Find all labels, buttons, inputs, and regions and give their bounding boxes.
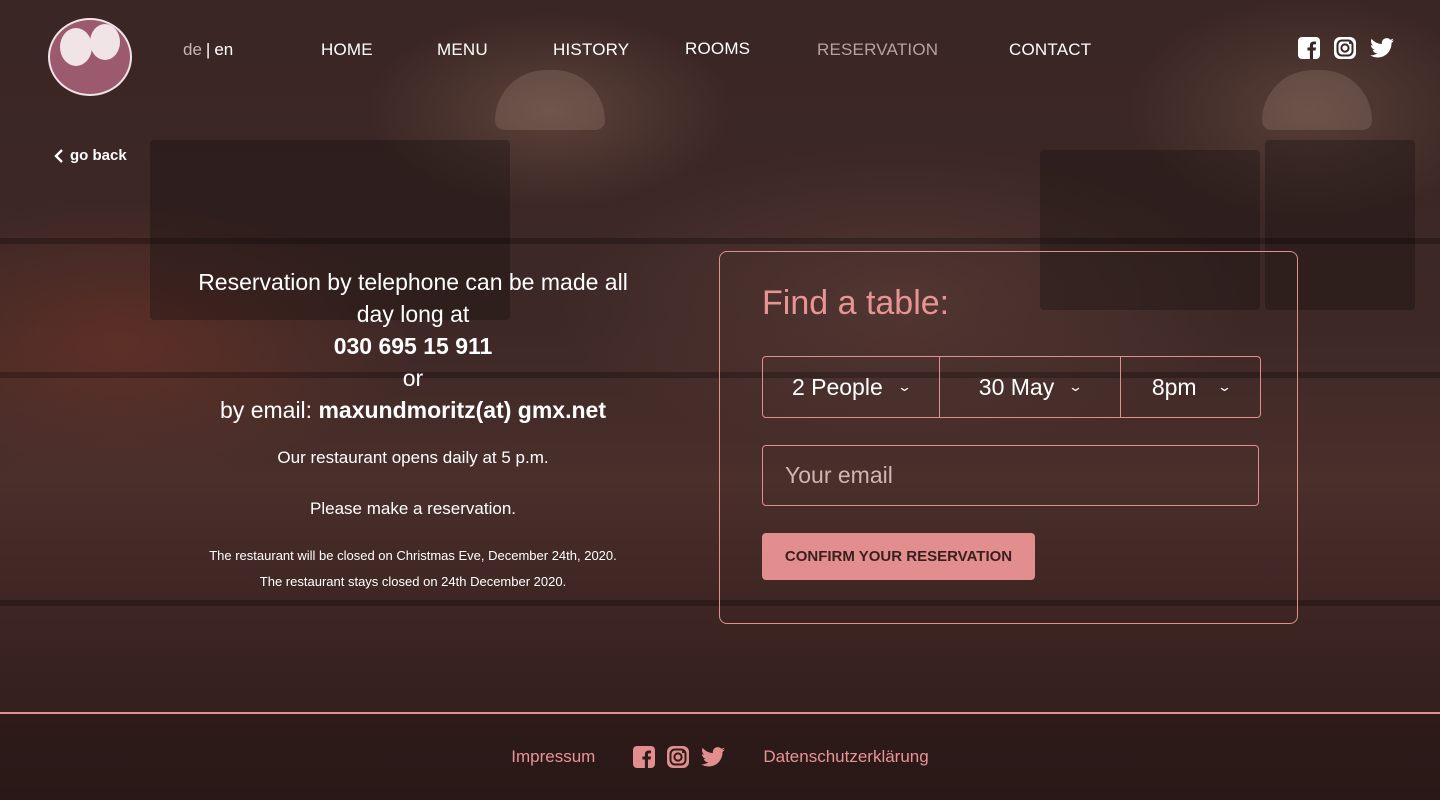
nav-menu[interactable]: MENU <box>437 40 488 60</box>
confirm-reservation-button[interactable]: CONFIRM YOUR RESERVATION <box>762 533 1035 580</box>
reservation-form: Find a table: 2 People ⌄ 30 May ⌄ 8pm ⌄ … <box>719 251 1298 624</box>
lang-en-link[interactable]: en <box>214 40 233 59</box>
nav-home[interactable]: HOME <box>321 40 373 60</box>
nav-contact[interactable]: CONTACT <box>1009 40 1091 60</box>
impressum-link[interactable]: Impressum <box>511 747 595 767</box>
closure-line-1: The restaurant will be closed on Christm… <box>209 548 617 563</box>
reservation-info: Reservation by telephone can be made all… <box>190 266 636 595</box>
booking-selects: 2 People ⌄ 30 May ⌄ 8pm ⌄ <box>762 356 1261 418</box>
language-switcher: de | en <box>183 40 233 60</box>
go-back-label: go back <box>70 147 127 164</box>
time-value: 8pm <box>1151 373 1197 400</box>
chevron-down-icon: ⌄ <box>1216 379 1232 394</box>
nav-rooms[interactable]: ROOMS <box>685 39 750 59</box>
go-back-link[interactable]: go back <box>54 147 127 164</box>
nav-reservation[interactable]: RESERVATION <box>817 40 938 60</box>
chevron-down-icon: ⌄ <box>896 379 912 394</box>
email-input[interactable] <box>762 445 1259 506</box>
logo[interactable] <box>48 18 132 96</box>
closure-line-2: The restaurant stays closed on 24th Dece… <box>259 574 567 589</box>
people-select[interactable]: 2 People ⌄ <box>763 357 939 417</box>
facebook-icon[interactable] <box>1298 37 1320 59</box>
chevron-down-icon: ⌄ <box>1068 379 1084 394</box>
time-select[interactable]: 8pm ⌄ <box>1120 357 1260 417</box>
phone-number[interactable]: 030 695 15 911 <box>190 330 636 362</box>
closure-notice: The restaurant will be closed on Christm… <box>190 543 636 595</box>
phone-intro: Reservation by telephone can be made all… <box>198 269 628 327</box>
twitter-icon[interactable] <box>1370 37 1394 59</box>
lang-separator: | <box>205 40 211 59</box>
datenschutz-link[interactable]: Datenschutzerklärung <box>763 747 928 767</box>
reservation-request: Please make a reservation. <box>310 499 516 518</box>
date-value: 30 May <box>978 373 1055 400</box>
form-title: Find a table: <box>762 284 950 322</box>
instagram-icon[interactable] <box>667 746 690 768</box>
header-social <box>1298 37 1394 59</box>
twitter-icon[interactable] <box>701 746 726 768</box>
footer-divider <box>0 712 1440 714</box>
nav-history[interactable]: HISTORY <box>553 40 629 60</box>
people-value: 2 People <box>791 373 883 400</box>
facebook-icon[interactable] <box>633 746 656 768</box>
email-address[interactable]: maxundmoritz(at) gmx.net <box>318 397 606 423</box>
opening-hours: Our restaurant opens daily at 5 p.m. <box>277 448 549 467</box>
chevron-left-icon <box>54 148 63 163</box>
footer-social <box>633 746 726 768</box>
footer: Impressum Datenschutzerklärung <box>0 712 1440 800</box>
lang-de-link[interactable]: de <box>183 40 202 59</box>
email-prefix: by email: <box>220 397 313 423</box>
date-select[interactable]: 30 May ⌄ <box>938 357 1121 417</box>
instagram-icon[interactable] <box>1334 37 1356 59</box>
or-text: or <box>402 365 424 391</box>
email-line: by email: maxundmoritz(at) gmx.net <box>190 394 636 426</box>
